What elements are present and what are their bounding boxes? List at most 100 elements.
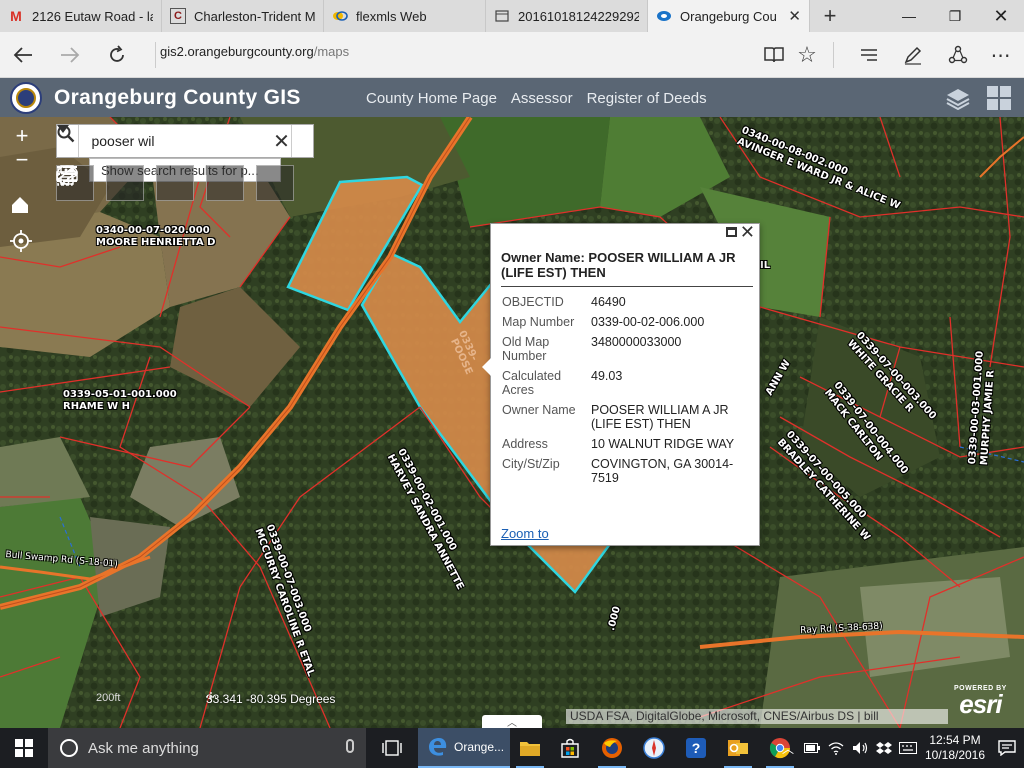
- close-popup-icon[interactable]: ✕: [740, 222, 755, 243]
- attribute-label: Owner Name: [502, 403, 576, 417]
- gis-header: Orangeburg County GIS County Home Page A…: [0, 78, 1024, 117]
- attribute-row: Owner Name POOSER WILLIAM A JR (LIFE EST)…: [502, 403, 751, 437]
- safari-compass-icon[interactable]: [634, 728, 674, 768]
- action-center-icon[interactable]: [990, 728, 1024, 768]
- firefox-icon[interactable]: [592, 728, 632, 768]
- zoom-to-link[interactable]: Zoom to: [501, 526, 549, 541]
- microphone-icon[interactable]: [346, 739, 354, 753]
- home-icon[interactable]: [10, 195, 34, 219]
- reading-view-icon[interactable]: [761, 42, 787, 68]
- attribute-value: POOSER WILLIAM A JR (LIFE EST) THEN: [591, 403, 729, 431]
- expand-panel-chevron-icon[interactable]: ︿: [482, 715, 542, 728]
- dropbox-icon[interactable]: [872, 728, 896, 768]
- web-note-icon[interactable]: [900, 42, 926, 68]
- system-clock[interactable]: 12:54 PM 10/18/2016: [920, 733, 990, 763]
- share-icon[interactable]: [945, 42, 971, 68]
- browser-tab-active[interactable]: Orangeburg Cou ✕: [648, 0, 810, 32]
- attribute-label: OBJECTID: [502, 295, 564, 309]
- map-view[interactable]: 0340-00-07-020.000 MOORE HENRIETTA D 0339…: [0, 117, 1024, 728]
- new-tab-button[interactable]: +: [810, 0, 850, 32]
- attribute-label: Map Number: [502, 315, 575, 329]
- clock-time: 12:54 PM: [929, 733, 981, 747]
- attribute-value: 46490: [591, 295, 626, 309]
- battery-icon[interactable]: [800, 728, 824, 768]
- esri-logo: POWERED BY esri: [954, 685, 1007, 717]
- wifi-icon[interactable]: [824, 728, 848, 768]
- tab-title: 20161018124229292.: [518, 8, 639, 24]
- attribute-label: Calculated Acres: [502, 369, 562, 397]
- help-app-icon[interactable]: ?: [676, 728, 716, 768]
- coordinates-text: 33.341 -80.395 Degrees: [206, 692, 336, 706]
- windows-start-icon[interactable]: [0, 728, 48, 768]
- map-attribution: USDA FSA, DigitalGlobe, Microsoft, CNES/…: [566, 709, 948, 724]
- attribute-label: Old Map Number: [502, 335, 550, 363]
- svg-text:?: ?: [692, 740, 701, 756]
- browser-tab-strip: M 2126 Eutaw Road - la C Charleston-Trid…: [0, 0, 1024, 32]
- locate-icon[interactable]: [10, 230, 34, 254]
- show-hidden-icons-chevron-icon[interactable]: ︿: [776, 728, 800, 768]
- nav-county-home[interactable]: County Home Page: [366, 90, 497, 107]
- attribute-row: Calculated Acres 49.03: [502, 369, 751, 403]
- select-tool-icon[interactable]: [57, 165, 294, 201]
- taskbar-app-label: Orange...: [454, 740, 505, 754]
- attribute-value: 10 WALNUT RIDGE WAY: [591, 437, 735, 451]
- url-domain: gis2.orangeburgcounty.org: [160, 44, 314, 59]
- legend-list-icon[interactable]: [57, 165, 144, 201]
- hub-icon[interactable]: [856, 42, 882, 68]
- parcel-label: 0340-00-07-020.000 MOORE HENRIETTA D: [96, 225, 215, 249]
- nav-assessor[interactable]: Assessor: [511, 90, 573, 107]
- draw-palette-icon[interactable]: [56, 165, 244, 201]
- popup-title: Owner Name: POOSER WILLIAM A JR (LIFE ES…: [501, 250, 753, 287]
- attribute-table: OBJECTID 46490 Map Number 0339-00-02-006.0…: [502, 295, 751, 491]
- close-window-icon[interactable]: ✕: [978, 0, 1024, 32]
- browser-tab[interactable]: C Charleston-Trident M: [162, 0, 324, 32]
- search-input[interactable]: [79, 125, 273, 157]
- zoom-in-button[interactable]: +: [8, 125, 36, 149]
- outlook-icon[interactable]: [718, 728, 758, 768]
- popup-titlebar: ✕: [491, 222, 759, 243]
- more-icon[interactable]: ⋯: [988, 42, 1014, 68]
- flexmls-icon: [332, 8, 348, 24]
- keyboard-icon[interactable]: [896, 728, 920, 768]
- close-tab-icon[interactable]: ✕: [788, 7, 801, 25]
- volume-icon[interactable]: [848, 728, 872, 768]
- cortana-search-box[interactable]: Ask me anything: [48, 728, 366, 768]
- zoom-out-button[interactable]: −: [8, 149, 36, 173]
- divider: [155, 42, 156, 68]
- label-id: 0340-00-07-020.000: [96, 225, 210, 236]
- attribute-label: Address: [502, 437, 548, 451]
- taskbar-edge-app[interactable]: Orange...: [418, 728, 510, 768]
- county-seal-logo: [10, 82, 42, 114]
- print-icon[interactable]: [56, 165, 194, 201]
- browser-tab[interactable]: flexmls Web: [324, 0, 486, 32]
- maximize-icon[interactable]: [726, 227, 737, 237]
- forward-icon[interactable]: [55, 40, 85, 70]
- file-explorer-icon[interactable]: [510, 728, 550, 768]
- edge-icon: [429, 738, 447, 756]
- url-field[interactable]: gis2.orangeburgcounty.org/maps: [160, 44, 349, 59]
- favorite-star-icon[interactable]: ☆: [794, 42, 820, 68]
- minimize-icon[interactable]: —: [886, 0, 932, 32]
- attribute-row: Old Map Number 3480000033000: [502, 335, 751, 369]
- coordinate-readout: 33.341 -80.395 Degrees: [206, 692, 335, 706]
- address-bar: gis2.orangeburgcounty.org/maps ☆ ⋯: [0, 32, 1024, 78]
- search-icon[interactable]: [57, 125, 313, 157]
- browser-tab[interactable]: M 2126 Eutaw Road - la: [0, 0, 162, 32]
- basemap-gallery-icon[interactable]: [983, 82, 1015, 114]
- task-view-icon[interactable]: [372, 728, 412, 768]
- layers-icon[interactable]: [942, 82, 974, 114]
- store-icon[interactable]: [550, 728, 590, 768]
- feature-popup: ✕ Owner Name: POOSER WILLIAM A JR (LIFE …: [482, 222, 760, 546]
- back-icon[interactable]: [8, 40, 38, 70]
- tab-title: Orangeburg Cou: [680, 8, 777, 24]
- tab-title: 2126 Eutaw Road - la: [32, 8, 153, 24]
- browser-tab[interactable]: 20161018124229292.: [486, 0, 648, 32]
- divider: [833, 42, 834, 68]
- restore-icon[interactable]: ❐: [932, 0, 978, 32]
- cs-icon: C: [170, 8, 186, 24]
- clear-search-icon[interactable]: ✕: [272, 125, 290, 157]
- attribute-value: COVINGTON, GA 30014-7519: [591, 457, 734, 485]
- refresh-icon[interactable]: [102, 40, 132, 70]
- attribute-row: Map Number 0339-00-02-006.000: [502, 315, 751, 335]
- nav-register-of-deeds[interactable]: Register of Deeds: [587, 90, 707, 107]
